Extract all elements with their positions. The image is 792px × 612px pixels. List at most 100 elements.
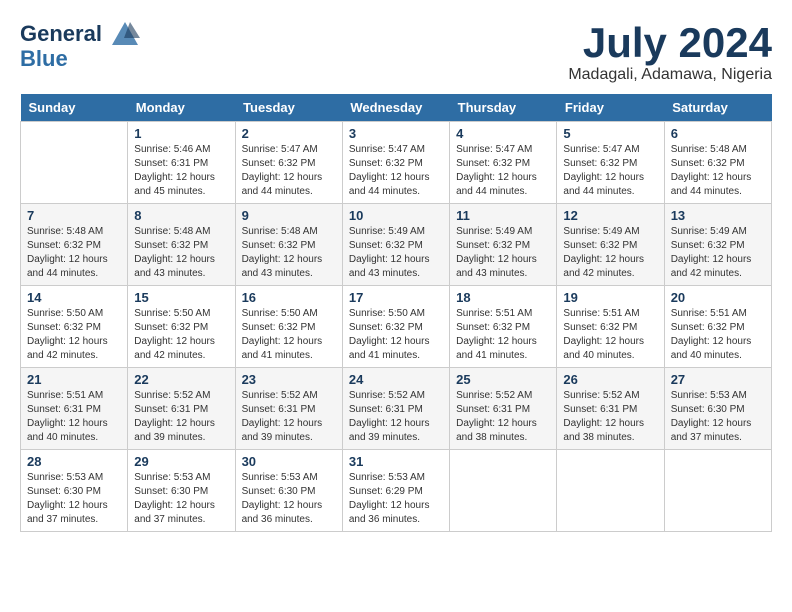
calendar-cell: 31Sunrise: 5:53 AM Sunset: 6:29 PM Dayli…: [342, 450, 449, 532]
calendar-cell: 2Sunrise: 5:47 AM Sunset: 6:32 PM Daylig…: [235, 122, 342, 204]
day-number: 23: [242, 372, 336, 387]
calendar-cell: 22 Sunrise: 5:52 AM Sunset: 6:31 PM Dayli…: [128, 368, 235, 450]
calendar-cell: 12 Sunrise: 5:49 AM Sunset: 6:32 PM Dayli…: [557, 204, 664, 286]
calendar-cell: 16 Sunrise: 5:50 AM Sunset: 6:32 PM Dayli…: [235, 286, 342, 368]
month-title: July 2024: [568, 20, 772, 66]
calendar-cell: 9 Sunrise: 5:48 AM Sunset: 6:32 PM Daylig…: [235, 204, 342, 286]
calendar-cell: 1 Sunrise: 5:46 AM Sunset: 6:31 PM Daylig…: [128, 122, 235, 204]
day-number: 22: [134, 372, 228, 387]
cell-info: Sunrise: 5:47 AM Sunset: 6:32 PM Dayligh…: [456, 143, 550, 199]
day-number: 14: [27, 290, 121, 305]
logo-line1: General: [20, 21, 102, 46]
cell-info: Sunrise: 5:51 AM Sunset: 6:31 PM Dayligh…: [27, 389, 121, 445]
cell-info: Sunrise: 5:52 AM Sunset: 6:31 PM Dayligh…: [242, 389, 336, 445]
calendar-week-row: 7 Sunrise: 5:48 AM Sunset: 6:32 PM Daylig…: [21, 204, 772, 286]
column-header-saturday: Saturday: [664, 94, 771, 122]
calendar-cell: 30 Sunrise: 5:53 AM Sunset: 6:30 PM Dayli…: [235, 450, 342, 532]
cell-info: Sunrise: 5:51 AM Sunset: 6:32 PM Dayligh…: [456, 307, 550, 363]
day-number: 16: [242, 290, 336, 305]
cell-info: Sunrise: 5:52 AM Sunset: 6:31 PM Dayligh…: [134, 389, 228, 445]
day-number: 19: [563, 290, 657, 305]
cell-info: Sunrise: 5:49 AM Sunset: 6:32 PM Dayligh…: [349, 225, 443, 281]
column-header-wednesday: Wednesday: [342, 94, 449, 122]
cell-info: Sunrise: 5:48 AM Sunset: 6:32 PM Dayligh…: [671, 143, 765, 199]
cell-info: Sunrise: 5:53 AM Sunset: 6:30 PM Dayligh…: [27, 471, 121, 527]
day-number: 28: [27, 454, 121, 469]
day-number: 24: [349, 372, 443, 387]
calendar-cell: 26Sunrise: 5:52 AM Sunset: 6:31 PM Dayli…: [557, 368, 664, 450]
day-number: 2: [242, 126, 336, 141]
calendar-cell: [664, 450, 771, 532]
column-header-tuesday: Tuesday: [235, 94, 342, 122]
calendar-cell: 7 Sunrise: 5:48 AM Sunset: 6:32 PM Daylig…: [21, 204, 128, 286]
cell-info: Sunrise: 5:47 AM Sunset: 6:32 PM Dayligh…: [563, 143, 657, 199]
cell-info: Sunrise: 5:50 AM Sunset: 6:32 PM Dayligh…: [27, 307, 121, 363]
calendar-cell: [557, 450, 664, 532]
page-header: General Blue July 2024 Madagali, Adamawa…: [20, 20, 772, 84]
cell-info: Sunrise: 5:51 AM Sunset: 6:32 PM Dayligh…: [563, 307, 657, 363]
logo: General Blue: [20, 20, 140, 72]
cell-info: Sunrise: 5:49 AM Sunset: 6:32 PM Dayligh…: [671, 225, 765, 281]
day-number: 5: [563, 126, 657, 141]
day-number: 8: [134, 208, 228, 223]
day-number: 15: [134, 290, 228, 305]
calendar-week-row: 28 Sunrise: 5:53 AM Sunset: 6:30 PM Dayli…: [21, 450, 772, 532]
cell-info: Sunrise: 5:53 AM Sunset: 6:30 PM Dayligh…: [671, 389, 765, 445]
column-header-sunday: Sunday: [21, 94, 128, 122]
cell-info: Sunrise: 5:50 AM Sunset: 6:32 PM Dayligh…: [134, 307, 228, 363]
calendar-cell: 25Sunrise: 5:52 AM Sunset: 6:31 PM Dayli…: [450, 368, 557, 450]
day-number: 26: [563, 372, 657, 387]
cell-info: Sunrise: 5:52 AM Sunset: 6:31 PM Dayligh…: [349, 389, 443, 445]
location: Madagali, Adamawa, Nigeria: [568, 66, 772, 84]
title-area: July 2024 Madagali, Adamawa, Nigeria: [568, 20, 772, 84]
logo-icon: [110, 20, 140, 50]
cell-info: Sunrise: 5:49 AM Sunset: 6:32 PM Dayligh…: [563, 225, 657, 281]
calendar-cell: [450, 450, 557, 532]
calendar-cell: 14 Sunrise: 5:50 AM Sunset: 6:32 PM Dayli…: [21, 286, 128, 368]
calendar-cell: 4 Sunrise: 5:47 AM Sunset: 6:32 PM Daylig…: [450, 122, 557, 204]
cell-info: Sunrise: 5:48 AM Sunset: 6:32 PM Dayligh…: [242, 225, 336, 281]
cell-info: Sunrise: 5:50 AM Sunset: 6:32 PM Dayligh…: [242, 307, 336, 363]
day-number: 4: [456, 126, 550, 141]
day-number: 30: [242, 454, 336, 469]
day-number: 17: [349, 290, 443, 305]
day-number: 3: [349, 126, 443, 141]
calendar-cell: 19 Sunrise: 5:51 AM Sunset: 6:32 PM Dayli…: [557, 286, 664, 368]
calendar-cell: 10 Sunrise: 5:49 AM Sunset: 6:32 PM Dayli…: [342, 204, 449, 286]
cell-info: Sunrise: 5:53 AM Sunset: 6:30 PM Dayligh…: [242, 471, 336, 527]
cell-info: Sunrise: 5:48 AM Sunset: 6:32 PM Dayligh…: [27, 225, 121, 281]
column-header-monday: Monday: [128, 94, 235, 122]
cell-info: Sunrise: 5:52 AM Sunset: 6:31 PM Dayligh…: [456, 389, 550, 445]
day-number: 10: [349, 208, 443, 223]
calendar-cell: 27 Sunrise: 5:53 AM Sunset: 6:30 PM Dayli…: [664, 368, 771, 450]
calendar-week-row: 14 Sunrise: 5:50 AM Sunset: 6:32 PM Dayli…: [21, 286, 772, 368]
calendar-cell: 24 Sunrise: 5:52 AM Sunset: 6:31 PM Dayli…: [342, 368, 449, 450]
day-number: 12: [563, 208, 657, 223]
day-number: 1: [134, 126, 228, 141]
calendar-cell: 15 Sunrise: 5:50 AM Sunset: 6:32 PM Dayli…: [128, 286, 235, 368]
calendar-cell: 8Sunrise: 5:48 AM Sunset: 6:32 PM Daylig…: [128, 204, 235, 286]
day-number: 27: [671, 372, 765, 387]
day-number: 21: [27, 372, 121, 387]
cell-info: Sunrise: 5:46 AM Sunset: 6:31 PM Dayligh…: [134, 143, 228, 199]
day-number: 9: [242, 208, 336, 223]
calendar-cell: 20Sunrise: 5:51 AM Sunset: 6:32 PM Dayli…: [664, 286, 771, 368]
calendar-cell: 11Sunrise: 5:49 AM Sunset: 6:32 PM Dayli…: [450, 204, 557, 286]
calendar-cell: 17Sunrise: 5:50 AM Sunset: 6:32 PM Dayli…: [342, 286, 449, 368]
calendar-cell: 21 Sunrise: 5:51 AM Sunset: 6:31 PM Dayli…: [21, 368, 128, 450]
day-number: 18: [456, 290, 550, 305]
day-number: 7: [27, 208, 121, 223]
calendar-week-row: 1 Sunrise: 5:46 AM Sunset: 6:31 PM Daylig…: [21, 122, 772, 204]
column-header-friday: Friday: [557, 94, 664, 122]
calendar-cell: 29Sunrise: 5:53 AM Sunset: 6:30 PM Dayli…: [128, 450, 235, 532]
calendar-cell: 13Sunrise: 5:49 AM Sunset: 6:32 PM Dayli…: [664, 204, 771, 286]
cell-info: Sunrise: 5:49 AM Sunset: 6:32 PM Dayligh…: [456, 225, 550, 281]
calendar-cell: 5 Sunrise: 5:47 AM Sunset: 6:32 PM Daylig…: [557, 122, 664, 204]
day-number: 6: [671, 126, 765, 141]
cell-info: Sunrise: 5:51 AM Sunset: 6:32 PM Dayligh…: [671, 307, 765, 363]
calendar-cell: 23 Sunrise: 5:52 AM Sunset: 6:31 PM Dayli…: [235, 368, 342, 450]
calendar-cell: 18 Sunrise: 5:51 AM Sunset: 6:32 PM Dayli…: [450, 286, 557, 368]
column-header-thursday: Thursday: [450, 94, 557, 122]
cell-info: Sunrise: 5:53 AM Sunset: 6:29 PM Dayligh…: [349, 471, 443, 527]
calendar-cell: 28 Sunrise: 5:53 AM Sunset: 6:30 PM Dayli…: [21, 450, 128, 532]
